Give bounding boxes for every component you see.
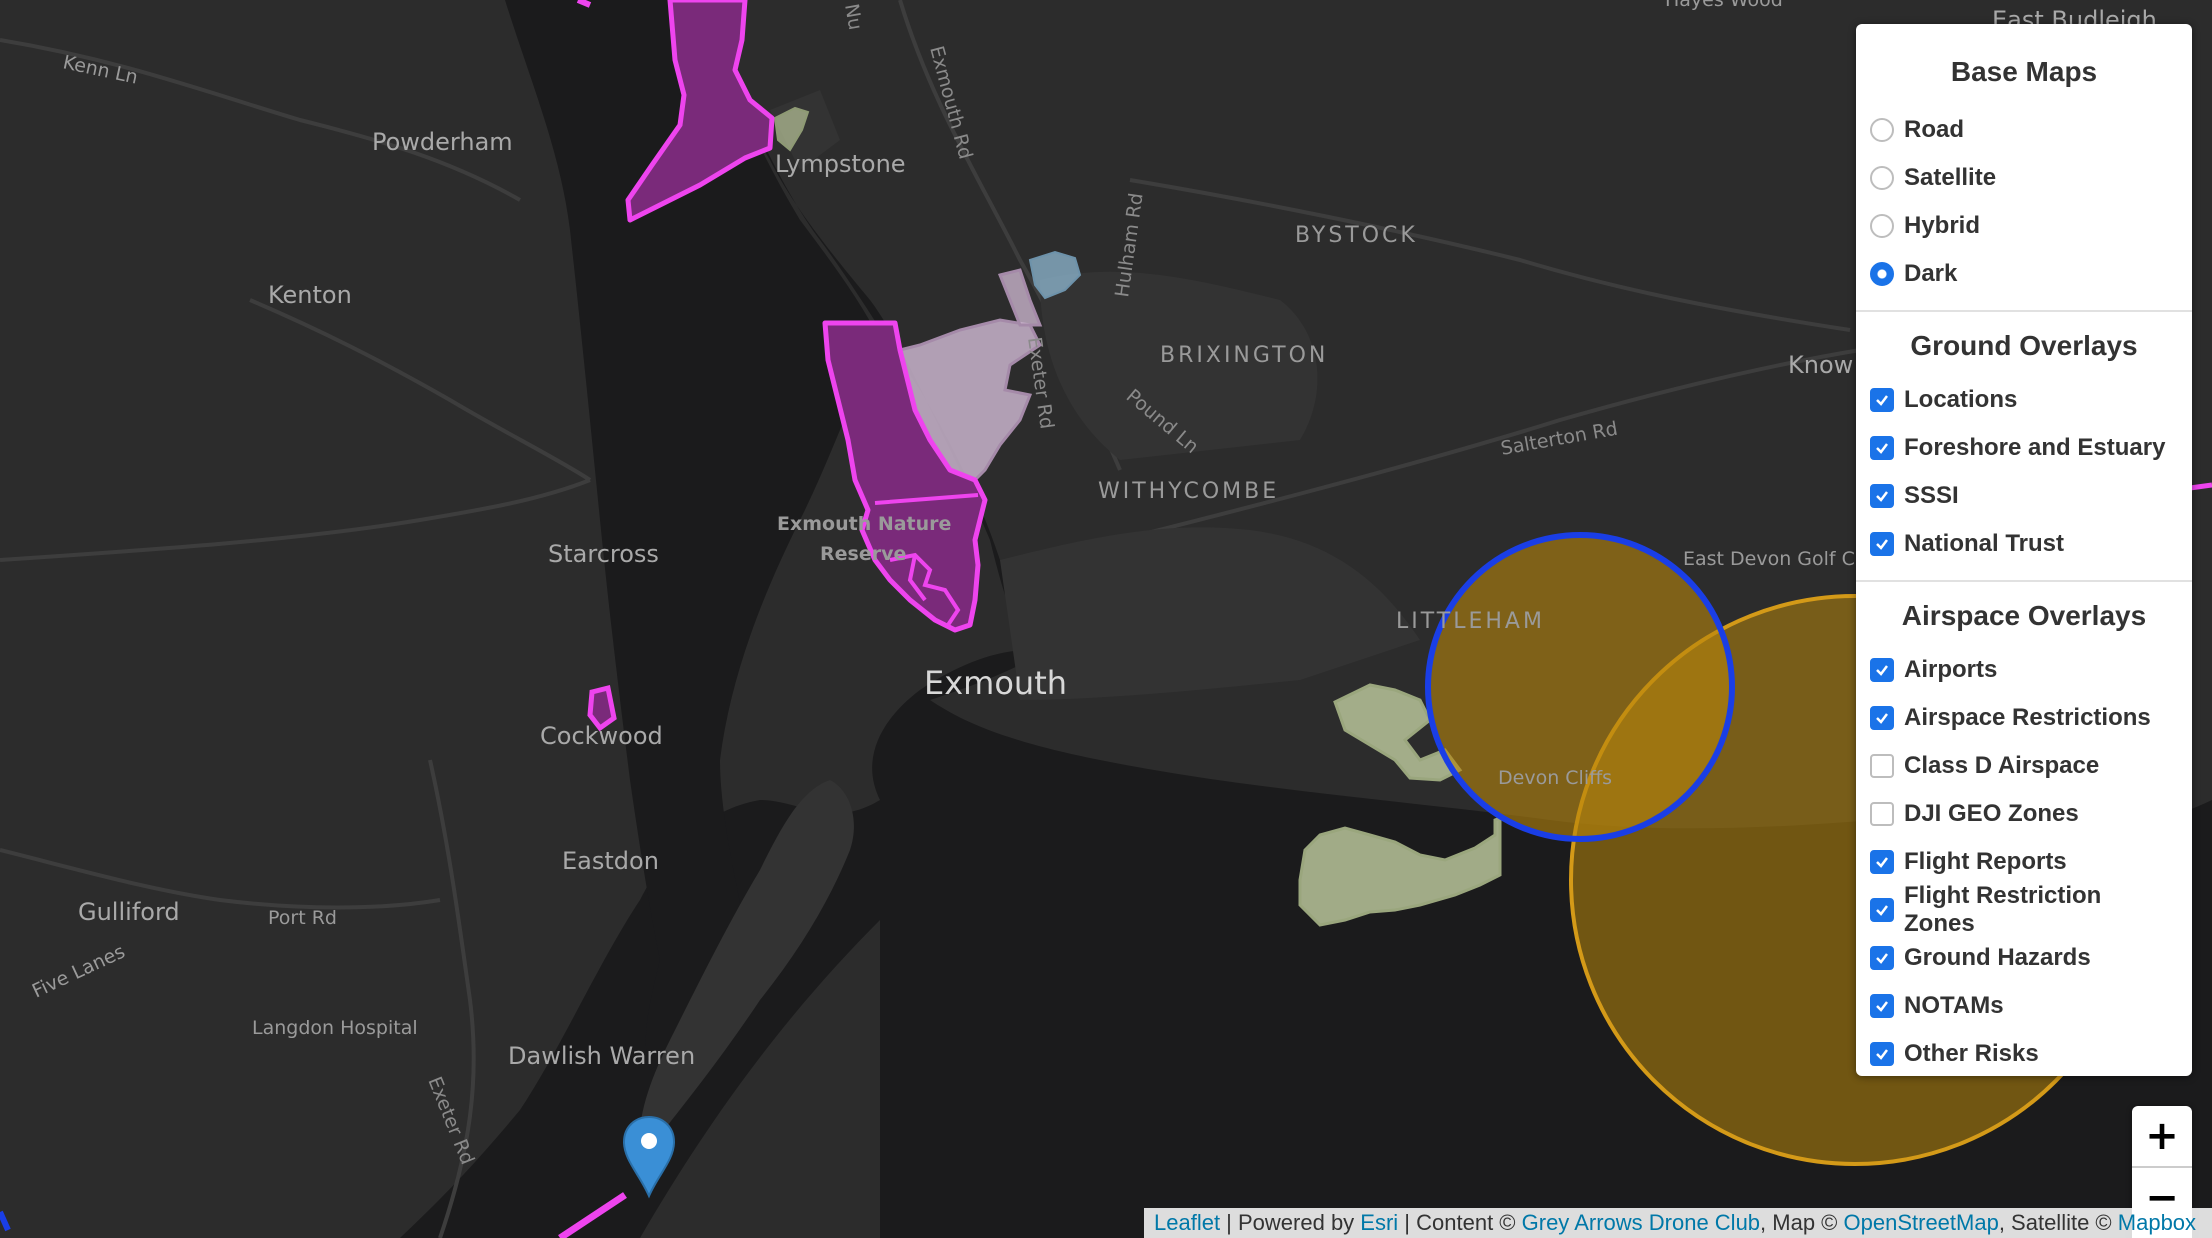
label-exmouth: Exmouth <box>924 664 1067 702</box>
overlay-airports[interactable]: Airports <box>1870 646 2178 694</box>
overlay-national-trust-label: National Trust <box>1904 530 2065 557</box>
overlay-other-risks[interactable]: Other Risks <box>1870 1030 2178 1078</box>
label-littleham: LITTLEHAM <box>1396 609 1545 634</box>
airport-zone[interactable] <box>1425 532 1735 842</box>
layer-control[interactable]: Base Maps Road Satellite Hybrid Dark Gro… <box>1856 24 2192 1076</box>
ground-overlays-title: Ground Overlays <box>1910 330 2138 361</box>
label-gulliford: Gulliford <box>78 898 180 926</box>
base-map-hybrid[interactable]: Hybrid <box>1870 202 2178 250</box>
base-map-road[interactable]: Road <box>1870 106 2178 154</box>
radio-satellite[interactable] <box>1870 166 1894 190</box>
label-kenton: Kenton <box>268 281 352 309</box>
checkbox-class-d[interactable] <box>1870 754 1894 778</box>
overlay-national-trust[interactable]: National Trust <box>1870 520 2178 568</box>
marker-dot <box>641 1133 657 1149</box>
radio-hybrid[interactable] <box>1870 214 1894 238</box>
label-lympstone: Lympstone <box>775 150 906 178</box>
sssi-edge-right <box>2189 482 2212 491</box>
airspace-overlays-title: Airspace Overlays <box>1901 600 2147 631</box>
label-exmouth-nature: Exmouth Nature <box>777 513 951 535</box>
overlay-locations[interactable]: Locations <box>1870 376 2178 424</box>
overlay-airports-label: Airports <box>1904 656 1998 683</box>
zoom-in-button[interactable]: + <box>2132 1106 2192 1168</box>
overlay-frz[interactable]: Flight Restriction Zones <box>1870 882 2178 937</box>
label-eastdon: Eastdon <box>562 847 659 875</box>
label-nu: Nu <box>840 2 866 32</box>
label-starcross: Starcross <box>548 540 659 568</box>
overlay-notams[interactable]: NOTAMs <box>1870 982 2178 1030</box>
base-map-dark-label: Dark <box>1904 260 1958 287</box>
overlay-other-risks-label: Other Risks <box>1904 1040 2039 1067</box>
checkbox-notams[interactable] <box>1870 994 1894 1018</box>
attribution-text-3: , Map © <box>1760 1210 1844 1235</box>
label-knowle: Know <box>1788 351 1853 379</box>
separator <box>1856 310 2192 312</box>
base-map-satellite-label: Satellite <box>1904 164 1997 191</box>
overlay-sssi[interactable]: SSSI <box>1870 472 2178 520</box>
base-map-hybrid-label: Hybrid <box>1904 212 1981 239</box>
checkbox-other-risks[interactable] <box>1870 1042 1894 1066</box>
overlay-frz-label: Flight Restriction Zones <box>1904 882 2102 937</box>
checkbox-flight-reports[interactable] <box>1870 850 1894 874</box>
label-east-devon-golf: East Devon Golf C <box>1683 548 1855 570</box>
overlay-sssi-label: SSSI <box>1904 482 1959 509</box>
label-cockwood: Cockwood <box>540 722 663 750</box>
label-dawlish-warren: Dawlish Warren <box>508 1042 695 1070</box>
checkbox-airspace-restrictions[interactable] <box>1870 706 1894 730</box>
overlay-notams-label: NOTAMs <box>1904 992 2004 1019</box>
attribution-text-1: | Powered by <box>1220 1210 1361 1235</box>
overlay-airspace-restrictions-label: Airspace Restrictions <box>1904 704 2151 731</box>
label-bystock: BYSTOCK <box>1295 223 1418 248</box>
base-map-satellite[interactable]: Satellite <box>1870 154 2178 202</box>
overlay-class-d[interactable]: Class D Airspace <box>1870 742 2178 790</box>
label-powderham: Powderham <box>372 128 513 156</box>
base-map-road-label: Road <box>1904 116 1964 143</box>
checkbox-airports[interactable] <box>1870 658 1894 682</box>
overlay-dji-geo-label: DJI GEO Zones <box>1904 800 2079 827</box>
overlay-locations-label: Locations <box>1904 386 2018 413</box>
attribution-text-2: | Content © <box>1398 1210 1522 1235</box>
checkbox-locations[interactable] <box>1870 388 1894 412</box>
label-hayes-wood: Hayes Wood <box>1665 0 1783 11</box>
overlay-foreshore[interactable]: Foreshore and Estuary <box>1870 424 2178 472</box>
esri-link[interactable]: Esri <box>1360 1210 1398 1236</box>
checkbox-sssi[interactable] <box>1870 484 1894 508</box>
overlay-flight-reports-label: Flight Reports <box>1904 848 2067 875</box>
checkbox-frz[interactable] <box>1870 898 1894 922</box>
radio-road[interactable] <box>1870 118 1894 142</box>
label-langdon-hospital: Langdon Hospital <box>252 1017 418 1039</box>
base-maps-title: Base Maps <box>1950 56 2098 87</box>
overlay-airspace-restrictions[interactable]: Airspace Restrictions <box>1870 694 2178 742</box>
radio-dark[interactable] <box>1870 262 1894 286</box>
label-withycombe: WITHYCOMBE <box>1098 479 1279 504</box>
checkbox-national-trust[interactable] <box>1870 532 1894 556</box>
overlay-ground-hazards[interactable]: Ground Hazards <box>1870 934 2178 982</box>
label-reserve: Reserve <box>820 543 906 565</box>
overlay-flight-reports[interactable]: Flight Reports <box>1870 838 2178 886</box>
checkbox-ground-hazards[interactable] <box>1870 946 1894 970</box>
mapbox-link[interactable]: Mapbox <box>2118 1210 2196 1236</box>
overlay-dji-geo[interactable]: DJI GEO Zones <box>1870 790 2178 838</box>
checkbox-dji-geo[interactable] <box>1870 802 1894 826</box>
overlay-ground-hazards-label: Ground Hazards <box>1904 944 2091 971</box>
osm-link[interactable]: OpenStreetMap <box>1844 1210 1999 1236</box>
overlay-class-d-label: Class D Airspace <box>1904 752 2100 779</box>
base-map-dark[interactable]: Dark <box>1870 250 2178 298</box>
label-port-rd: Port Rd <box>268 907 337 929</box>
separator <box>1856 580 2192 582</box>
overlay-foreshore-label: Foreshore and Estuary <box>1904 434 2166 461</box>
label-devon-cliffs: Devon Cliffs <box>1498 767 1612 789</box>
attribution-text-4: , Satellite © <box>1998 1210 2118 1235</box>
leaflet-link[interactable]: Leaflet <box>1154 1210 1220 1236</box>
club-link[interactable]: Grey Arrows Drone Club <box>1522 1210 1760 1236</box>
label-brixington: BRIXINGTON <box>1160 343 1328 368</box>
checkbox-foreshore[interactable] <box>1870 436 1894 460</box>
attribution-bar: Leaflet | Powered by Esri | Content © Gr… <box>1144 1208 2212 1238</box>
